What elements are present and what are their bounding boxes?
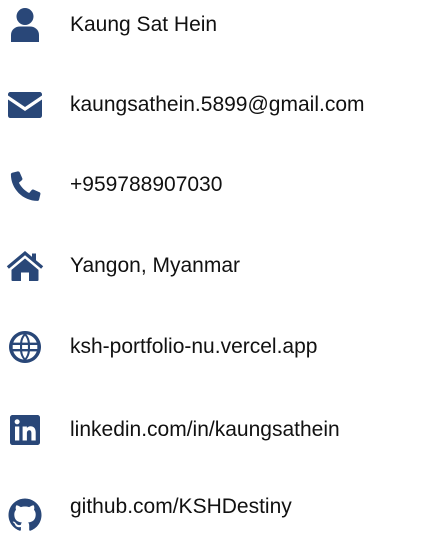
contact-phone-row[interactable]: +959788907030: [0, 160, 444, 210]
contact-phone-link[interactable]: +959788907030: [70, 160, 222, 210]
linkedin-icon: [6, 405, 44, 455]
contact-location-row: Yangon, Myanmar: [0, 241, 444, 291]
phone-icon: [6, 160, 44, 210]
contact-email-row[interactable]: kaungsathein.5899@gmail.com: [0, 80, 444, 130]
contact-list: Kaung Sat Hein kaungsathein.5899@gmail.c…: [0, 0, 444, 531]
globe-icon: [6, 322, 44, 372]
contact-website-row[interactable]: ksh-portfolio-nu.vercel.app: [0, 322, 444, 372]
contact-location: Yangon, Myanmar: [70, 254, 241, 277]
contact-email-link[interactable]: kaungsathein.5899@gmail.com: [70, 80, 365, 130]
contact-name-row: Kaung Sat Hein: [0, 0, 444, 50]
contact-linkedin-link[interactable]: linkedin.com/in/kaungsathein: [70, 405, 340, 455]
contact-github-row[interactable]: github.com/KSHDestiny: [0, 485, 444, 535]
contact-name: Kaung Sat Hein: [70, 13, 218, 36]
user-icon: [6, 0, 44, 50]
contact-website-link[interactable]: ksh-portfolio-nu.vercel.app: [70, 322, 317, 372]
home-icon: [6, 241, 44, 291]
github-icon: [6, 490, 44, 540]
contact-linkedin-row[interactable]: linkedin.com/in/kaungsathein: [0, 405, 444, 455]
envelope-icon: [6, 80, 44, 130]
